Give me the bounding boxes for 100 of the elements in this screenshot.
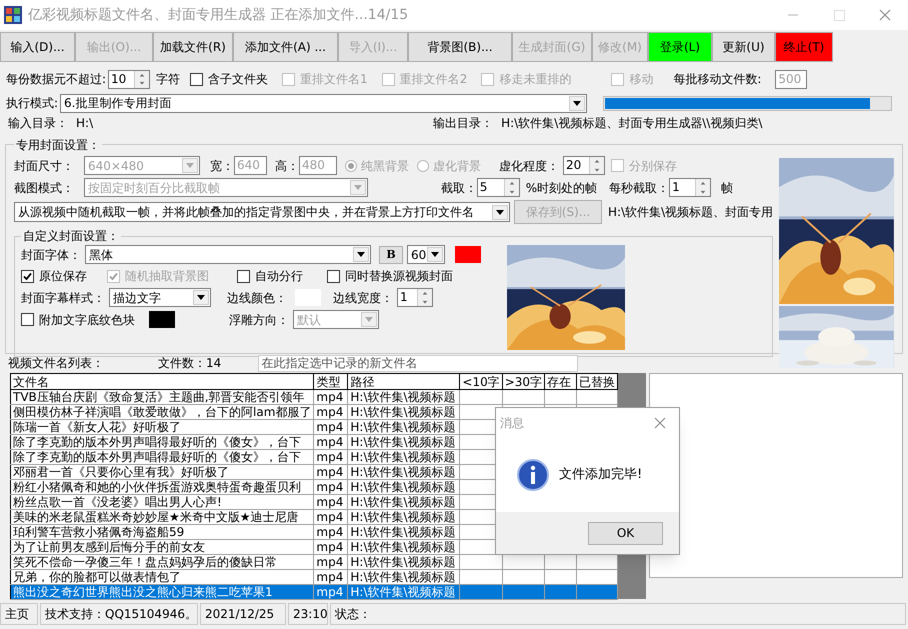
toolbar-button[interactable]: 加载文件(R) xyxy=(153,32,233,62)
color-swatch[interactable] xyxy=(455,246,481,263)
ok-button[interactable]: OK xyxy=(588,522,663,544)
caret-icon xyxy=(354,185,362,190)
label: 文件数：14 xyxy=(158,355,222,372)
table-cell: H:\软件集\视频标题 xyxy=(350,495,456,508)
table-cell: 除了李克勤的版本外男声唱得最好听的《傻女》，台下 xyxy=(13,450,301,464)
checkbox[interactable]: 含子文件夹 xyxy=(190,70,268,88)
toolbar-button[interactable]: 登录(L) xyxy=(648,32,712,62)
dialog-message: 文件添加完毕! xyxy=(559,466,642,484)
label: 封面尺寸： xyxy=(14,158,74,174)
table-cell: H:\软件集\视频标题 xyxy=(350,435,456,448)
table-cell: mp4 xyxy=(316,420,344,434)
toolbar-button[interactable]: 输入(D)... xyxy=(0,32,75,62)
table-cell: H:\软件集\视频标题 xyxy=(350,390,456,404)
column-header[interactable]: 已替换 xyxy=(576,374,618,390)
caret-icon xyxy=(197,295,205,300)
caret-icon xyxy=(365,317,373,322)
label: H:\软件集\视频标题、封面专用生成器\\视频归类\ xyxy=(501,115,762,132)
number-spinner[interactable]: 1 xyxy=(669,178,712,197)
table-cell: mp4 xyxy=(316,495,344,508)
table-cell: H:\软件集\视频标题 xyxy=(350,480,456,494)
table-cell: 笑死不偿命一孕傻三年！盘点妈妈孕后的傻缺日常 xyxy=(13,555,277,568)
toolbar-button[interactable]: 背景图(B)... xyxy=(408,32,512,62)
column-header[interactable]: <10字 xyxy=(460,374,502,390)
toolbar-button[interactable]: 更新(U) xyxy=(712,32,775,62)
label: 每批移动文件数: xyxy=(673,71,762,88)
table-cell: 珀利警车营救小猪佩奇海盗船59 xyxy=(13,525,184,538)
table-cell: H:\软件集\视频标题 xyxy=(350,405,456,418)
close-icon[interactable] xyxy=(653,416,667,430)
status-panel: 状态： xyxy=(330,603,906,625)
column-header[interactable]: 存在 xyxy=(544,374,577,390)
table-cell: 美味的米老鼠蛋糕米奇妙妙屋★米奇中文版★迪士尼唐 xyxy=(13,510,299,524)
table-cell: 陈瑞一首《新女人花》好听极了 xyxy=(13,420,181,434)
table-cell: mp4 xyxy=(316,525,344,538)
table-cell: H:\软件集\视频标题 xyxy=(350,540,456,554)
table-cell: TVB压轴台庆剧《致命复活》主题曲,郭晋安能否引领年 xyxy=(13,390,305,404)
table-cell: H:\软件集\视频标题 xyxy=(350,555,456,568)
label: 执行模式: xyxy=(6,95,58,112)
app-icon xyxy=(4,6,22,24)
status-panel: 主页 xyxy=(0,603,38,625)
table-cell: H:\软件集\视频标题 xyxy=(350,420,456,434)
table-cell: mp4 xyxy=(316,570,344,584)
table-cell: mp4 xyxy=(316,405,344,418)
table-cell: mp4 xyxy=(316,435,344,448)
label: 输入目录： xyxy=(8,115,68,132)
toolbar-button[interactable]: 添加文件(A) ... xyxy=(233,32,338,62)
table-row[interactable]: TVB压轴台庆剧《致命复活》主题曲,郭晋安能否引领年 mp4 H:\软件集\视频标题 xyxy=(10,390,618,404)
table-cell: mp4 xyxy=(316,480,344,494)
table-cell: 粉红小猪佩奇和她的小伙伴拆蛋游戏奥特蛋奇趣蛋贝利 xyxy=(13,480,301,494)
label: 截取： xyxy=(440,180,477,196)
toolbar-button[interactable]: 终止(T) xyxy=(775,32,833,62)
label: 视频文件名列表： xyxy=(8,355,104,372)
check-icon xyxy=(109,272,118,280)
dropdown[interactable]: 描边文字 xyxy=(109,288,211,307)
column-header[interactable]: >30字 xyxy=(502,374,545,390)
dropdown[interactable]: 从源视频中随机截取一帧，并将此帧叠加的指定背景图中央，并在背景上方打印文件名 xyxy=(14,202,510,222)
group-title: 专用封面设置： xyxy=(16,138,100,152)
dropdown[interactable]: 6.批里制作专用封面 xyxy=(60,94,588,112)
label: %时刻处的帧 xyxy=(526,180,598,196)
rename-field[interactable]: 在此指定选中记录的新文件名 xyxy=(258,354,578,372)
number-spinner[interactable]: 10 xyxy=(108,70,150,88)
caret-icon xyxy=(186,163,194,168)
label: 宽： xyxy=(210,158,234,174)
checkbox[interactable]: 附加文字底纹色块 xyxy=(21,310,149,328)
table-cell: 兄弟，你的脸都可以做表情包了 xyxy=(13,570,181,584)
status-panel: 技术支持：QQ15104946。 xyxy=(40,603,198,625)
label: 边线颜色： xyxy=(227,290,287,306)
column-header[interactable]: 类型 xyxy=(314,374,348,390)
label: 高： xyxy=(275,158,299,174)
table-cell: mp4 xyxy=(316,540,344,554)
caret-icon xyxy=(431,252,439,257)
checkbox[interactable]: 同时替换源视频封面 xyxy=(327,267,453,285)
label: 封面字体： xyxy=(21,246,81,264)
number-spinner[interactable]: 5 xyxy=(476,178,520,197)
table-cell: mp4 xyxy=(316,450,344,464)
label: 截图模式： xyxy=(14,180,74,196)
column-header[interactable]: 路径 xyxy=(348,374,460,390)
checkbox[interactable]: 原位保存 xyxy=(21,267,107,285)
table-row[interactable]: 熊出没之奇幻世界熊出没之熊心归来熊二吃苹果1 mp4 H:\软件集\视频标题 xyxy=(10,584,618,600)
label: H:\ xyxy=(76,115,94,132)
column-header[interactable]: 文件名 xyxy=(10,374,314,390)
table-cell: 侧田模仿林子祥演唱《敢爱敢做》，台下的阿lam都服了 xyxy=(13,405,312,418)
label: 封面字幕样式： xyxy=(21,290,105,306)
label: 边线宽度： xyxy=(333,290,393,306)
label: H:\软件集\视频标题、封面专用 xyxy=(608,204,774,221)
bold-button[interactable]: B xyxy=(379,246,403,264)
label: 帧 xyxy=(721,180,734,196)
dropdown[interactable]: 黑体 xyxy=(85,245,371,264)
dropdown[interactable]: 60 xyxy=(407,245,445,264)
number-spinner[interactable]: 1 xyxy=(397,288,433,307)
check-icon xyxy=(23,272,32,280)
info-icon xyxy=(517,459,549,491)
window-title: 亿彩视频标题文件名、封面专用生成器 正在添加文件...14/15 xyxy=(28,6,408,24)
table-cell: 邓丽君一首《只要你心里有我》好听极了 xyxy=(13,465,229,478)
number-spinner[interactable]: 20 xyxy=(563,156,605,175)
table-cell: H:\软件集\视频标题 xyxy=(350,585,456,598)
color-swatch[interactable] xyxy=(149,311,175,328)
checkbox[interactable]: 自动分行 xyxy=(237,267,327,285)
label: 字符 xyxy=(156,71,180,88)
